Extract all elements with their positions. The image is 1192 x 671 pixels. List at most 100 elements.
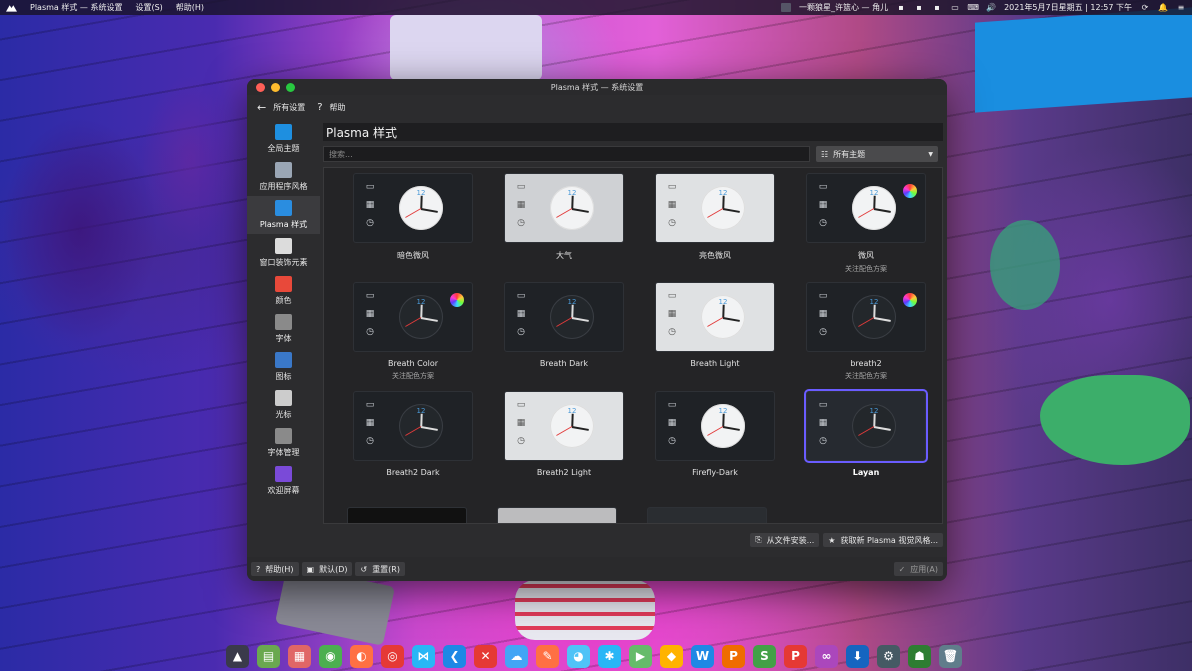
player-icon[interactable]: ▶ [629, 644, 652, 668]
clock-hand [873, 426, 891, 431]
now-playing-text[interactable]: 一颗狼星_许篮心 — 角儿 [799, 2, 888, 13]
chat-icon[interactable]: ☁ [505, 644, 528, 668]
theme-tile[interactable]: ▭ ▦ ◷ 12 breath2 关注配色方案 [791, 283, 941, 389]
sidebar-item[interactable]: 光标 [247, 386, 320, 424]
store-icon[interactable]: ⬇ [846, 644, 869, 668]
color-wheel-icon [903, 184, 917, 198]
sidebar-item[interactable]: 颜色 [247, 272, 320, 310]
plasma-logo-icon[interactable] [6, 4, 17, 12]
file-manager-icon[interactable]: ▤ [257, 644, 280, 668]
trash-icon[interactable]: 🗑 [939, 644, 962, 668]
theme-name: Breath2 Light [536, 468, 592, 477]
theme-tile[interactable]: ▭ ▦ ◷ 12 大气 [489, 174, 639, 280]
sidebar-item[interactable]: Plasma 样式 [247, 196, 320, 234]
theme-preview-partial[interactable] [648, 508, 766, 523]
window-titlebar[interactable]: Plasma 样式 — 系统设置 [247, 79, 947, 95]
sync-icon[interactable]: ⟳ [1140, 3, 1150, 12]
theme-preview-partial[interactable] [348, 508, 466, 523]
footer-help-button[interactable]: ? 帮助(H) [251, 562, 299, 576]
analog-clock-icon: 12 [399, 295, 443, 339]
sidebar-item[interactable]: 图标 [247, 348, 320, 386]
sidebar-item[interactable]: 字体管理 [247, 424, 320, 462]
sidebar-item[interactable]: 字体 [247, 310, 320, 348]
music-cover-icon[interactable] [780, 3, 791, 12]
theme-tile[interactable]: ▭ ▦ ◷ 12 亮色微风 [640, 174, 790, 280]
theme-tile[interactable]: ▭ ▦ ◷ 12 Firefly-Dark [640, 392, 790, 498]
menu-help[interactable]: 帮助(H) [176, 2, 204, 13]
apply-button[interactable]: ✓ 应用(A) [893, 562, 943, 576]
theme-preview: ▭ ▦ ◷ 12 [656, 283, 774, 351]
maximize-window-button[interactable] [286, 83, 295, 92]
wallet-icon[interactable]: ◆ [660, 644, 683, 668]
datetime-text[interactable]: 2021年5月7日星期五 | 12:57 下午 [1004, 2, 1132, 13]
settings-icon[interactable]: ⚙ [877, 644, 900, 668]
active-app-name[interactable]: Plasma 样式 — 系统设置 [30, 2, 122, 13]
theme-tile[interactable]: ▭ ▦ ◷ 12 Layan [791, 389, 941, 498]
theme-tile[interactable]: ▭ ▦ ◷ 12 Breath Light [640, 283, 790, 389]
back-circle-icon: ◷ [366, 436, 374, 446]
theme-name: Breath Dark [539, 359, 589, 368]
vscode-icon[interactable]: ❮ [443, 644, 466, 668]
cloud-icon[interactable]: ∞ [815, 644, 838, 668]
all-settings-button[interactable]: ← 所有设置 [257, 101, 305, 114]
connect-icon[interactable]: ⋈ [412, 644, 435, 668]
theme-tile[interactable]: ▭ ▦ ◷ 12 Breath Color 关注配色方案 [338, 283, 488, 389]
keyboard-icon[interactable]: ⌨ [967, 3, 979, 12]
minimize-window-button[interactable] [271, 83, 280, 92]
theme-tile[interactable]: ▭ ▦ ◷ 12 Breath Dark [489, 283, 639, 389]
monitor-icon[interactable]: ▭ [950, 3, 960, 12]
qq-icon[interactable]: ◕ [567, 644, 590, 668]
sidebar-item[interactable]: 欢迎屏幕 [247, 462, 320, 500]
firefox-icon[interactable]: ◐ [350, 644, 373, 668]
sidebar-item[interactable]: 应用程序风格 [247, 158, 320, 196]
media-prev-icon[interactable]: ▪ [896, 3, 906, 12]
theme-grid[interactable]: ▭ ▦ ◷ 12 暗色微风 ▭ ▦ ◷ 12 大气 ▭ ▦ ◷ 12 亮色微风 ▭ ▦ ◷ 12 微风 关注配色方案 ▭ ▦… [323, 167, 943, 524]
install-from-file-button[interactable]: ⎘ 从文件安装... [750, 533, 820, 547]
analog-clock-icon: 12 [852, 404, 896, 448]
back-arrow-icon: ← [257, 101, 267, 114]
ghost-icon[interactable]: ☗ [908, 644, 931, 668]
back-circle-icon: ◷ [517, 436, 525, 446]
star-icon[interactable]: ✱ [598, 644, 621, 668]
sidebar-item-label: 全局主题 [267, 144, 300, 153]
theme-preview-partial[interactable] [498, 508, 616, 523]
get-new-styles-button[interactable]: ★ 获取新 Plasma 视觉风格... [823, 533, 943, 547]
colors-icon [275, 276, 292, 292]
xmind-icon[interactable]: ✕ [474, 644, 497, 668]
media-next-icon[interactable]: ▪ [932, 3, 942, 12]
clock-hand [420, 426, 438, 431]
theme-tile[interactable]: ▭ ▦ ◷ 12 Breath2 Dark [338, 392, 488, 498]
defaults-button[interactable]: ▣ 默认(D) [301, 562, 353, 576]
weibo-icon[interactable]: ◎ [381, 644, 404, 668]
monitor-icon: ▭ [365, 182, 375, 192]
clock-hand [858, 317, 875, 327]
app-grid-icon[interactable]: ▦ [288, 644, 311, 668]
help-button[interactable]: ? 帮助 [317, 102, 345, 113]
close-window-button[interactable] [256, 83, 265, 92]
chrome-icon[interactable]: ◉ [319, 644, 342, 668]
window-toolbar: ← 所有设置 ? 帮助 [247, 95, 947, 120]
spreadsheet-icon[interactable]: S [753, 644, 776, 668]
menu-settings[interactable]: 设置(S) [135, 2, 162, 13]
reset-button[interactable]: ↺ 重置(R) [355, 562, 405, 576]
theme-tile[interactable]: ▭ ▦ ◷ 12 微风 关注配色方案 [791, 174, 941, 280]
theme-name: Breath Color [387, 359, 439, 368]
pen-icon[interactable]: ✎ [536, 644, 559, 668]
theme-filter-dropdown[interactable]: ☷ 所有主题 ▼ [816, 146, 938, 162]
sidebar-item[interactable]: 窗口装饰元素 [247, 234, 320, 272]
theme-tile[interactable]: ▭ ▦ ◷ 12 暗色微风 [338, 174, 488, 280]
sidebar-item[interactable]: 全局主题 [247, 120, 320, 158]
notification-bell-icon[interactable]: 🔔 [1158, 3, 1168, 12]
theme-tile[interactable]: ▭ ▦ ◷ 12 Breath2 Light [489, 392, 639, 498]
menu-lines-icon[interactable]: ≡ [1176, 3, 1186, 12]
search-input[interactable] [323, 146, 810, 162]
monitor-icon: ▭ [667, 291, 677, 301]
volume-icon[interactable]: 🔊 [986, 3, 996, 12]
theme-name: 大气 [556, 251, 572, 260]
theme-preview: ▭ ▦ ◷ 12 [505, 174, 623, 242]
media-pause-icon[interactable]: ▪ [914, 3, 924, 12]
pdf-icon[interactable]: P [784, 644, 807, 668]
plasma-launcher-icon[interactable]: ▲ [226, 644, 249, 668]
presentation-icon[interactable]: P [722, 644, 745, 668]
writer-icon[interactable]: W [691, 644, 714, 668]
